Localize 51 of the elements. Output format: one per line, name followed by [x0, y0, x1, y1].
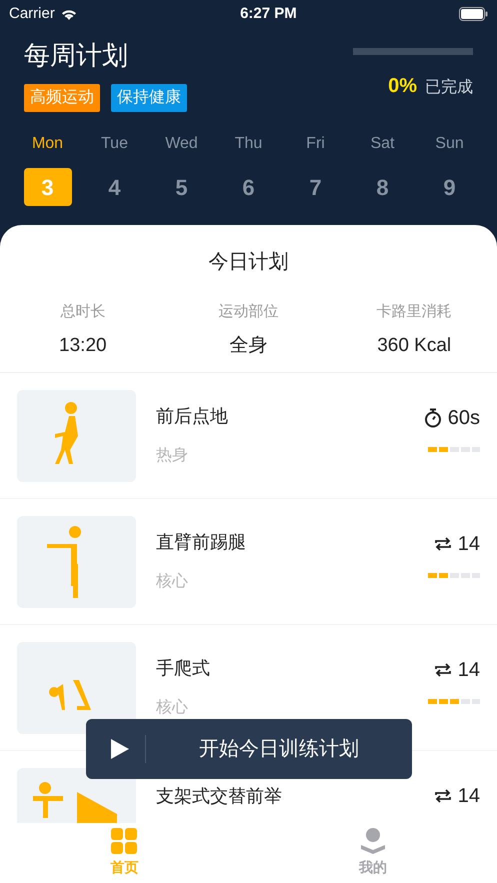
- day-label: Thu: [234, 134, 262, 154]
- page-title: 每周计划: [24, 39, 129, 72]
- carrier-name: Carrier: [9, 4, 55, 24]
- person-icon: [360, 828, 386, 854]
- exercise-name: 前后点地: [156, 405, 229, 428]
- exercise-name: 支架式交替前举: [156, 785, 283, 808]
- tag: 保持健康: [111, 84, 187, 112]
- day-label: Tue: [101, 134, 128, 154]
- date-button[interactable]: 7: [292, 168, 340, 206]
- battery-icon: [458, 7, 488, 21]
- grid-icon: [111, 828, 138, 854]
- stat-label: 卡路里消耗: [376, 302, 452, 322]
- status-time: 6:27 PM: [240, 4, 297, 24]
- repeat-icon: [434, 662, 452, 678]
- wifi-icon: [60, 8, 78, 20]
- exercise-amount: 14: [458, 784, 480, 809]
- day-label: Sun: [435, 134, 464, 154]
- stat-value: 13:20: [59, 334, 107, 358]
- stat-value: 360 Kcal: [377, 334, 452, 358]
- date-button[interactable]: 6: [224, 168, 272, 206]
- progress-percent: 0%: [388, 74, 417, 99]
- difficulty-meter: [428, 447, 480, 452]
- date-button[interactable]: 9: [426, 168, 474, 206]
- tag: 高频运动: [24, 84, 100, 112]
- day-label: Wed: [165, 134, 198, 154]
- day-label: Sat: [370, 134, 394, 154]
- exercise-name: 手爬式: [156, 657, 211, 680]
- repeat-icon: [434, 536, 452, 552]
- section-title: 今日计划: [208, 250, 290, 275]
- difficulty-meter: [428, 699, 480, 704]
- repeat-icon: [434, 788, 452, 804]
- difficulty-meter: [428, 573, 480, 578]
- exercise-category: 热身: [156, 446, 189, 466]
- exercise-amount: 60s: [448, 406, 480, 431]
- day-label: Mon: [32, 134, 64, 154]
- start-training-button[interactable]: 开始今日训练计划: [86, 719, 412, 779]
- exercise-category: 核心: [156, 698, 189, 718]
- stopwatch-icon: [424, 408, 442, 428]
- exercise-name: 直臂前踢腿: [156, 531, 247, 554]
- stat-label: 运动部位: [218, 302, 278, 322]
- exercise-amount: 14: [458, 658, 480, 683]
- stat-value: 全身: [229, 334, 268, 358]
- exercise-category: 核心: [156, 572, 189, 592]
- date-button[interactable]: 4: [90, 168, 138, 206]
- progress-label: 已完成: [425, 78, 473, 98]
- day-label: Fri: [306, 134, 325, 154]
- date-button[interactable]: 5: [158, 168, 206, 206]
- exercise-amount: 14: [458, 532, 480, 557]
- date-button[interactable]: 8: [358, 168, 406, 206]
- play-icon: [111, 739, 129, 759]
- stat-label: 总时长: [60, 302, 106, 322]
